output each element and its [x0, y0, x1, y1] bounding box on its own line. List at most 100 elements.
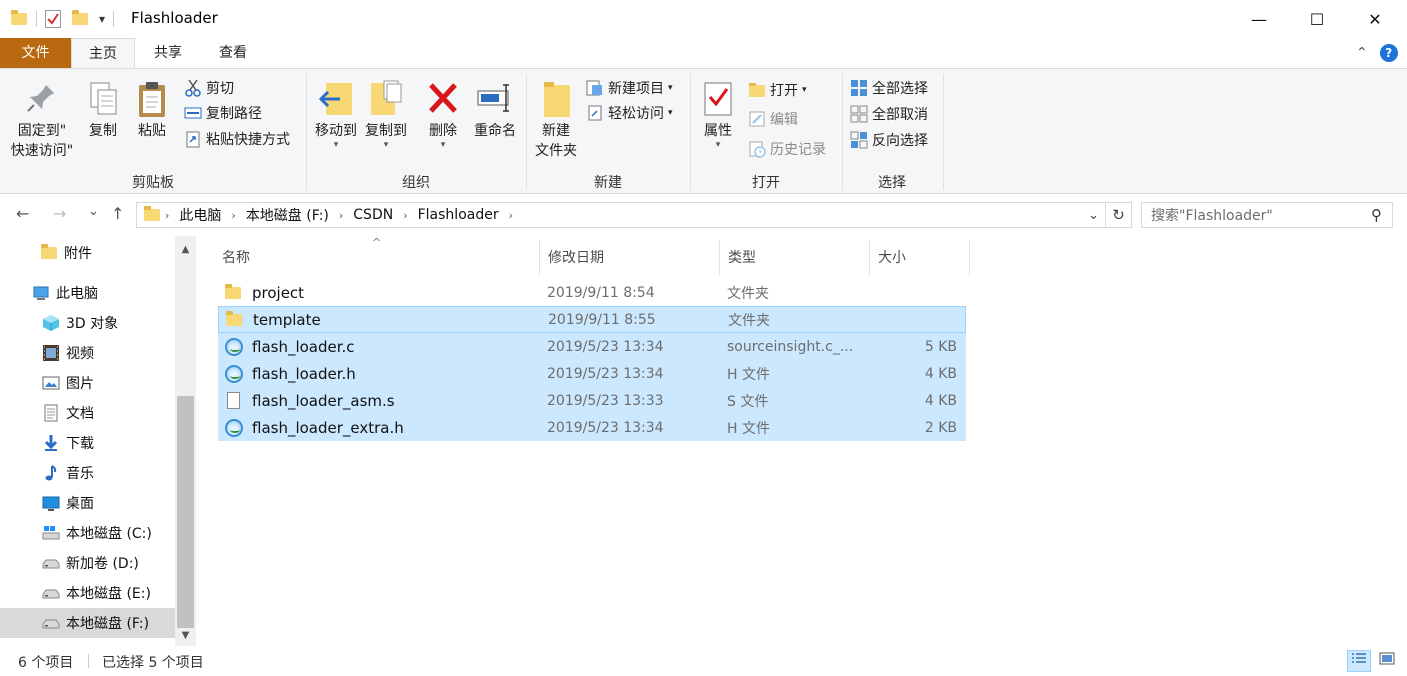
- recent-locations-button[interactable]: ⌄: [88, 204, 99, 219]
- move-to-button[interactable]: 移动到 ▾: [310, 79, 362, 150]
- breadcrumb-drive-f[interactable]: 本地磁盘 (F:): [240, 205, 335, 225]
- maximize-button[interactable]: ☐: [1288, 0, 1346, 38]
- paste-icon: [134, 79, 170, 119]
- move-to-icon: [318, 79, 354, 119]
- ribbon-controls: ⌃ ?: [1356, 38, 1398, 68]
- file-row-flash-loader-c[interactable]: flash_loader.c 2019/5/23 13:34 sourceins…: [218, 333, 966, 360]
- navigation-bar: ← → ⌄ ↑ › 此电脑 › 本地磁盘 (F:) › CSDN › Flash…: [0, 194, 1407, 236]
- breadcrumb-csdn[interactable]: CSDN: [347, 207, 399, 223]
- scissors-icon: [184, 79, 202, 97]
- search-input[interactable]: 搜索"Flashloader" ⚲: [1141, 202, 1393, 228]
- new-item-button[interactable]: 新建项目 ▾: [586, 77, 673, 99]
- qa-dropdown-icon[interactable]: ▾: [99, 12, 105, 26]
- folder-icon: [143, 206, 161, 224]
- file-row-project[interactable]: project 2019/9/11 8:54 文件夹: [218, 279, 966, 306]
- collapse-ribbon-icon[interactable]: ⌃: [1356, 45, 1368, 61]
- drive-icon: [42, 554, 60, 572]
- large-icons-view-button[interactable]: [1375, 650, 1399, 672]
- column-header-type[interactable]: 类型: [720, 240, 870, 276]
- scroll-down-arrow[interactable]: ▼: [175, 626, 196, 644]
- back-button[interactable]: ←: [16, 204, 29, 223]
- sidebar-item-attachments[interactable]: 附件: [0, 238, 175, 268]
- sidebar-item-music[interactable]: 音乐: [0, 458, 175, 488]
- column-header-date[interactable]: 修改日期: [540, 240, 720, 276]
- file-row-flash-loader-h[interactable]: flash_loader.h 2019/5/23 13:34 H 文件 4 KB: [218, 360, 966, 387]
- window-title: Flashloader: [131, 9, 218, 27]
- up-button[interactable]: ↑: [111, 204, 124, 223]
- download-icon: [42, 434, 60, 452]
- sidebar-item-videos[interactable]: 视频: [0, 338, 175, 368]
- file-row-flash-loader-extra-h[interactable]: flash_loader_extra.h 2019/5/23 13:34 H 文…: [218, 414, 966, 441]
- forward-button[interactable]: →: [53, 204, 66, 223]
- rename-button[interactable]: 重命名: [469, 79, 521, 141]
- help-icon[interactable]: ?: [1379, 44, 1398, 62]
- paste-shortcut-button[interactable]: 粘贴快捷方式: [184, 128, 290, 150]
- paste-button[interactable]: 粘贴: [131, 79, 173, 141]
- address-bar[interactable]: › 此电脑 › 本地磁盘 (F:) › CSDN › Flashloader ›…: [136, 202, 1106, 228]
- open-folder-icon: [748, 81, 766, 99]
- select-none-icon: [850, 105, 868, 123]
- sidebar-item-drive-f[interactable]: 本地磁盘 (F:): [0, 608, 175, 638]
- details-view-button[interactable]: [1347, 650, 1371, 672]
- breadcrumb-this-pc[interactable]: 此电脑: [173, 205, 227, 225]
- new-folder-icon[interactable]: [71, 10, 89, 28]
- sidebar-item-drive-d[interactable]: 新加卷 (D:): [0, 548, 175, 578]
- properties-icon: [700, 79, 736, 119]
- column-header-size[interactable]: 大小: [870, 240, 970, 276]
- tab-file[interactable]: 文件: [0, 38, 71, 68]
- file-row-template[interactable]: template 2019/9/11 8:55 文件夹: [218, 306, 966, 333]
- sidebar-scrollbar[interactable]: ▲ ▼: [175, 236, 196, 646]
- cut-button[interactable]: 剪切: [184, 77, 234, 99]
- sidebar-item-desktop[interactable]: 桌面: [0, 488, 175, 518]
- music-icon: [42, 464, 60, 482]
- new-folder-icon: [538, 79, 574, 119]
- breadcrumb-flashloader[interactable]: Flashloader: [412, 207, 505, 223]
- easy-access-icon: [586, 104, 604, 122]
- column-header-name[interactable]: 名称: [214, 240, 540, 276]
- refresh-button[interactable]: ↻: [1106, 202, 1132, 228]
- history-button[interactable]: 历史记录: [748, 138, 826, 160]
- new-group-label: 新建: [594, 175, 622, 191]
- sidebar-item-this-pc[interactable]: 此电脑: [0, 278, 175, 308]
- tab-view[interactable]: 查看: [201, 38, 265, 68]
- address-dropdown-icon[interactable]: ⌄: [1088, 208, 1099, 223]
- video-icon: [42, 344, 60, 362]
- sidebar-item-documents[interactable]: 文档: [0, 398, 175, 428]
- invert-selection-button[interactable]: 反向选择: [850, 129, 928, 151]
- large-icons-view-icon: [1379, 652, 1395, 670]
- tab-home[interactable]: 主页: [71, 38, 135, 68]
- copy-path-button[interactable]: 复制路径: [184, 102, 262, 124]
- title-bar: ▾ Flashloader — ☐ ✕: [0, 0, 1407, 38]
- sidebar-item-pictures[interactable]: 图片: [0, 368, 175, 398]
- desktop-icon: [42, 494, 60, 512]
- sourceinsight-file-icon: [224, 337, 244, 356]
- new-folder-button[interactable]: 新建 文件夹: [530, 79, 582, 161]
- file-row-flash-loader-asm-s[interactable]: flash_loader_asm.s 2019/5/23 13:33 S 文件 …: [218, 387, 966, 414]
- drive-icon: [42, 584, 60, 602]
- scroll-up-arrow[interactable]: ▲: [175, 240, 196, 258]
- drive-icon: [42, 614, 60, 632]
- select-none-button[interactable]: 全部取消: [850, 103, 928, 125]
- paste-shortcut-icon: [184, 130, 202, 148]
- delete-button[interactable]: 删除 ▾: [422, 79, 464, 150]
- scroll-thumb[interactable]: [177, 396, 194, 628]
- sidebar-item-downloads[interactable]: 下载: [0, 428, 175, 458]
- copy-to-button[interactable]: 复制到 ▾: [360, 79, 412, 150]
- properties-button[interactable]: 属性 ▾: [697, 79, 739, 150]
- sidebar-item-3d-objects[interactable]: 3D 对象: [0, 308, 175, 338]
- computer-icon: [32, 284, 50, 302]
- open-button[interactable]: 打开 ▾: [748, 79, 807, 101]
- select-all-icon: [850, 79, 868, 97]
- edit-button[interactable]: 编辑: [748, 108, 798, 130]
- close-button[interactable]: ✕: [1346, 0, 1404, 38]
- sidebar-item-drive-c[interactable]: 本地磁盘 (C:): [0, 518, 175, 548]
- easy-access-button[interactable]: 轻松访问 ▾: [586, 102, 673, 124]
- properties-icon[interactable]: [45, 10, 61, 28]
- minimize-button[interactable]: —: [1230, 0, 1288, 38]
- sidebar-item-drive-e[interactable]: 本地磁盘 (E:): [0, 578, 175, 608]
- tab-share[interactable]: 共享: [136, 38, 200, 68]
- copy-button[interactable]: 复制: [82, 79, 124, 141]
- select-all-button[interactable]: 全部选择: [850, 77, 928, 99]
- pin-quick-access-button[interactable]: 固定到" 快速访问": [6, 79, 78, 161]
- copy-icon: [85, 79, 121, 119]
